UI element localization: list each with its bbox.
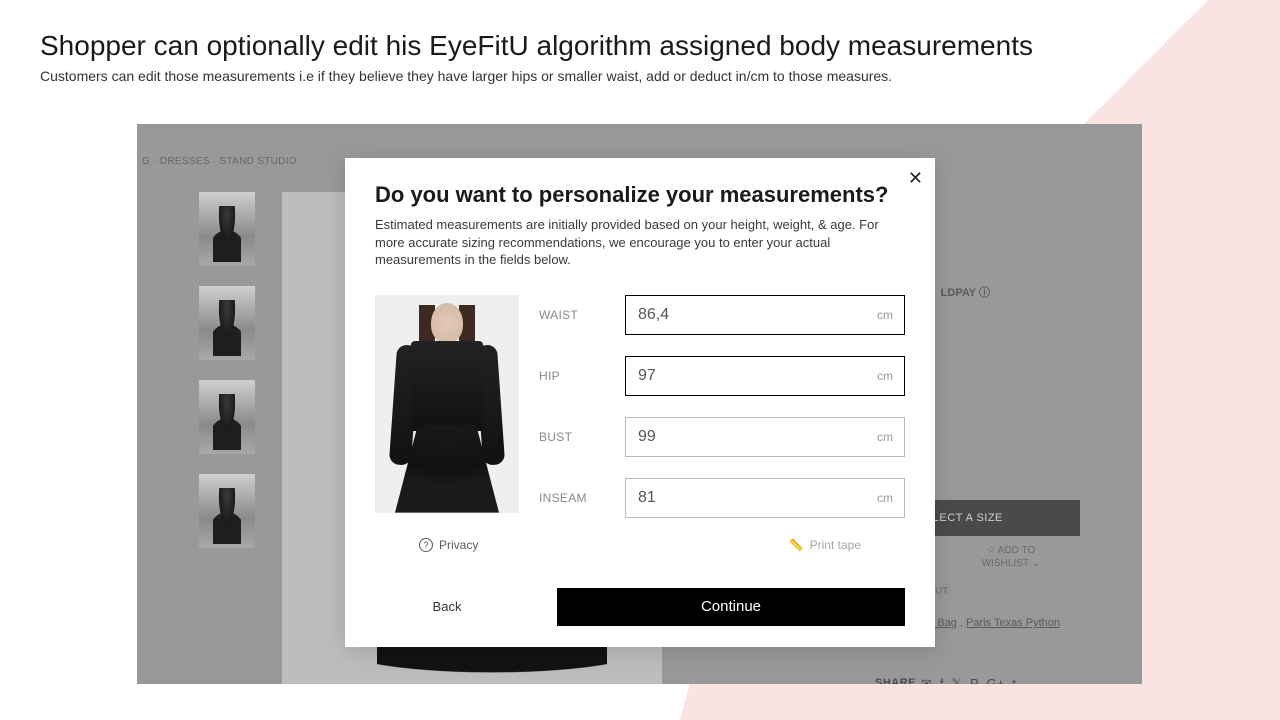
- print-tape-label: Print tape: [810, 538, 861, 552]
- thumbnail-2[interactable]: [199, 286, 255, 360]
- inseam-input[interactable]: [625, 478, 905, 518]
- print-tape-link[interactable]: 📏 Print tape: [789, 538, 861, 552]
- waist-label: WAIST: [539, 308, 609, 322]
- modal-description: Estimated measurements are initially pro…: [375, 216, 895, 269]
- modal-title: Do you want to personalize your measurem…: [375, 182, 905, 208]
- thumbnail-3[interactable]: [199, 380, 255, 454]
- close-icon[interactable]: ✕: [908, 168, 923, 189]
- twitter-icon[interactable]: 𝕏: [952, 676, 962, 684]
- page-subtitle: Customers can edit those measurements i.…: [40, 68, 892, 84]
- waist-row: WAIST cm: [539, 295, 905, 335]
- privacy-label: Privacy: [439, 538, 478, 552]
- tape-icon: 📏: [789, 538, 804, 552]
- privacy-link[interactable]: ? Privacy: [419, 538, 478, 552]
- ldpay-label: LDPAY ⓘ: [941, 284, 990, 300]
- info-icon: ⓘ: [979, 287, 990, 299]
- facebook-icon[interactable]: f: [940, 676, 944, 684]
- thumbnail-1[interactable]: [199, 192, 255, 266]
- hip-row: HIP cm: [539, 356, 905, 396]
- inseam-row: INSEAM cm: [539, 478, 905, 518]
- hip-label: HIP: [539, 369, 609, 383]
- waist-unit: cm: [877, 308, 893, 322]
- hip-input[interactable]: [625, 356, 905, 396]
- bust-unit: cm: [877, 430, 893, 444]
- pinterest-icon[interactable]: P: [970, 676, 979, 684]
- hip-unit: cm: [877, 369, 893, 383]
- inseam-label: INSEAM: [539, 491, 609, 505]
- measurement-fields: WAIST cm HIP cm BUST: [539, 295, 905, 518]
- inseam-unit: cm: [877, 491, 893, 505]
- related-link-2[interactable]: Paris Texas Python: [966, 617, 1060, 629]
- google-plus-icon[interactable]: G+: [987, 676, 1005, 684]
- product-figure: [375, 295, 519, 513]
- bust-input[interactable]: [625, 417, 905, 457]
- share-label: SHARE: [875, 677, 916, 684]
- bust-row: BUST cm: [539, 417, 905, 457]
- breadcrumb: G · DRESSES · STAND STUDIO: [142, 156, 297, 167]
- page-title: Shopper can optionally edit his EyeFitU …: [40, 30, 1033, 62]
- add-to-wishlist[interactable]: ☆ ADD TO WISHLIST ⌄: [982, 544, 1040, 570]
- mail-icon[interactable]: ✉: [921, 676, 932, 684]
- product-thumbnails: [199, 192, 255, 548]
- thumbnail-4[interactable]: [199, 474, 255, 548]
- bust-label: BUST: [539, 430, 609, 444]
- personalize-measurements-modal: ✕ Do you want to personalize your measur…: [345, 158, 935, 647]
- screenshot-frame: G · DRESSES · STAND STUDIO LDPAY ⓘ SELEC…: [137, 124, 1142, 684]
- waist-input[interactable]: [625, 295, 905, 335]
- continue-button[interactable]: Continue: [557, 588, 905, 626]
- tumblr-icon[interactable]: t: [1012, 676, 1016, 684]
- main-product-image-skirt: [377, 644, 607, 684]
- back-button[interactable]: Back: [375, 599, 519, 614]
- share-icons: ✉ f 𝕏 P G+ t: [921, 676, 1016, 684]
- help-icon: ?: [419, 538, 433, 552]
